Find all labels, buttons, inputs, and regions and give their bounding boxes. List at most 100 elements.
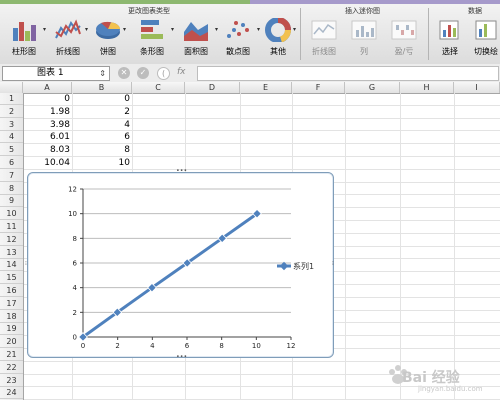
cell-a[interactable]: 10.04 bbox=[24, 157, 70, 169]
sparkline-winloss-label: 盈/亏 bbox=[394, 47, 414, 56]
sparkline-line-button[interactable]: 折线图 bbox=[306, 16, 342, 62]
sparkline-winloss-button[interactable]: 盈/亏 bbox=[386, 16, 422, 62]
row-header[interactable]: 23 bbox=[0, 375, 23, 387]
row-header[interactable]: 3 bbox=[0, 119, 23, 131]
chevron-down-icon: ▾ bbox=[292, 26, 296, 33]
column-chart-button[interactable]: ▾ 柱形图 bbox=[4, 16, 46, 62]
y-tick-label: 8 bbox=[73, 235, 77, 243]
column-header-h[interactable]: H bbox=[400, 82, 454, 93]
chevron-down-icon: ▾ bbox=[84, 26, 88, 33]
column-header-g[interactable]: G bbox=[345, 82, 400, 93]
chart-resize-handle-right[interactable]: ⁝ bbox=[331, 261, 335, 270]
name-box[interactable]: 图表 1 ⇕ bbox=[2, 66, 110, 81]
donut-chart-icon bbox=[265, 18, 291, 42]
formula-input[interactable] bbox=[197, 66, 499, 81]
select-all-corner[interactable] bbox=[0, 82, 23, 93]
column-header-a[interactable]: A bbox=[23, 82, 72, 93]
bar-chart-button[interactable]: ▾ 条形图 bbox=[132, 16, 174, 62]
row-header[interactable]: 22 bbox=[0, 362, 23, 374]
row-header[interactable]: 8 bbox=[0, 183, 23, 195]
bar-chart-label: 条形图 bbox=[140, 47, 164, 56]
fx-label[interactable]: fx bbox=[177, 67, 186, 77]
group-title-data: 数据 bbox=[468, 7, 482, 15]
sparkline-column-button[interactable]: 列 bbox=[346, 16, 382, 62]
row-header[interactable]: 5 bbox=[0, 144, 23, 157]
y-tick-label: 12 bbox=[68, 186, 77, 194]
row-header[interactable]: 24 bbox=[0, 387, 23, 400]
select-data-button[interactable]: 选择 bbox=[434, 16, 466, 62]
chart-resize-handle-bottom[interactable]: ∙∙∙ bbox=[176, 354, 187, 360]
formula-bar: 图表 1 ⇕ ✕ ✓ ( fx bbox=[0, 64, 500, 83]
column-header-b[interactable]: B bbox=[72, 82, 132, 93]
cell-b[interactable]: 4 bbox=[72, 119, 130, 131]
sparkline-winloss-icon bbox=[391, 20, 417, 40]
column-header-f[interactable]: F bbox=[292, 82, 345, 93]
scatter-chart[interactable]: 0 2 4 6 8 10 12 0 2 4 6 8 10 12 系列1 bbox=[28, 173, 330, 355]
row-header[interactable]: 19 bbox=[0, 323, 23, 336]
function-icon[interactable]: ( bbox=[157, 67, 170, 80]
group-title-sparklines: 插入迷你图 bbox=[345, 7, 380, 15]
group-separator bbox=[300, 8, 301, 60]
row-header[interactable]: 11 bbox=[0, 221, 23, 233]
row-header[interactable]: 1 bbox=[0, 93, 23, 105]
row-header[interactable]: 17 bbox=[0, 298, 23, 310]
cell-b[interactable]: 6 bbox=[72, 131, 130, 143]
pie-chart-icon bbox=[96, 21, 121, 39]
row-header[interactable]: 13 bbox=[0, 247, 23, 259]
row-header[interactable]: 15 bbox=[0, 272, 23, 285]
series-1[interactable] bbox=[78, 208, 262, 342]
switch-row-column-button[interactable]: 切换绘 bbox=[472, 16, 500, 62]
column-header-i[interactable]: I bbox=[454, 82, 500, 93]
cell-a[interactable]: 1.98 bbox=[24, 106, 70, 118]
stepper-arrows-icon[interactable]: ⇕ bbox=[99, 67, 106, 80]
row-header[interactable]: 21 bbox=[0, 349, 23, 361]
cell-b[interactable]: 8 bbox=[72, 144, 130, 156]
cell-b[interactable]: 0 bbox=[72, 93, 130, 105]
cell-b[interactable]: 10 bbox=[72, 157, 130, 169]
cell-a[interactable]: 8.03 bbox=[24, 144, 70, 156]
row-header[interactable]: 14 bbox=[0, 259, 23, 272]
x-tick-label: 8 bbox=[219, 342, 223, 350]
area-chart-button[interactable]: ▾ 面积图 bbox=[176, 16, 218, 62]
watermark-text: Bai 经验 bbox=[402, 370, 460, 386]
name-box-value: 图表 1 bbox=[37, 68, 64, 78]
confirm-icon[interactable]: ✓ bbox=[137, 67, 149, 79]
row-header[interactable]: 20 bbox=[0, 336, 23, 349]
ribbon-top-strip-green bbox=[0, 0, 250, 4]
scatter-chart-icon bbox=[227, 21, 249, 38]
x-tick-label: 0 bbox=[81, 342, 85, 350]
column-header-d[interactable]: D bbox=[185, 82, 240, 93]
chevron-down-icon: ▾ bbox=[122, 26, 126, 33]
cell-a[interactable]: 0 bbox=[24, 93, 70, 105]
cell-a[interactable]: 3.98 bbox=[24, 119, 70, 131]
sparkline-line-label: 折线图 bbox=[312, 47, 336, 56]
row-header[interactable]: 2 bbox=[0, 106, 23, 118]
cancel-icon[interactable]: ✕ bbox=[118, 67, 130, 79]
cell-b[interactable]: 2 bbox=[72, 106, 130, 118]
pie-chart-button[interactable]: ▾ 饼图 bbox=[92, 16, 126, 62]
bar-chart-icon bbox=[141, 20, 163, 39]
group-separator bbox=[428, 8, 429, 60]
x-tick-label: 2 bbox=[115, 342, 119, 350]
line-chart-button[interactable]: ▾ 折线图 bbox=[50, 16, 88, 62]
row-header[interactable]: 9 bbox=[0, 195, 23, 208]
pie-chart-label: 饼图 bbox=[100, 47, 116, 56]
sparkline-column-icon bbox=[351, 20, 377, 40]
x-tick-label: 12 bbox=[287, 342, 296, 350]
row-header[interactable]: 18 bbox=[0, 311, 23, 323]
other-charts-button[interactable]: ▾ 其他 bbox=[262, 16, 296, 62]
row-header[interactable]: 7 bbox=[0, 170, 23, 182]
select-data-icon bbox=[439, 20, 459, 40]
cell-a[interactable]: 6.01 bbox=[24, 131, 70, 143]
column-header-e[interactable]: E bbox=[240, 82, 292, 93]
row-header[interactable]: 10 bbox=[0, 208, 23, 221]
row-header[interactable]: 6 bbox=[0, 157, 23, 169]
y-tick-label: 2 bbox=[73, 309, 77, 317]
column-header-c[interactable]: C bbox=[132, 82, 185, 93]
scatter-chart-button[interactable]: ▾ 散点图 bbox=[218, 16, 260, 62]
series-line[interactable] bbox=[82, 212, 258, 339]
row-header[interactable]: 4 bbox=[0, 131, 23, 144]
y-tick-label: 0 bbox=[73, 334, 77, 342]
row-header[interactable]: 16 bbox=[0, 285, 23, 297]
row-header[interactable]: 12 bbox=[0, 234, 23, 246]
